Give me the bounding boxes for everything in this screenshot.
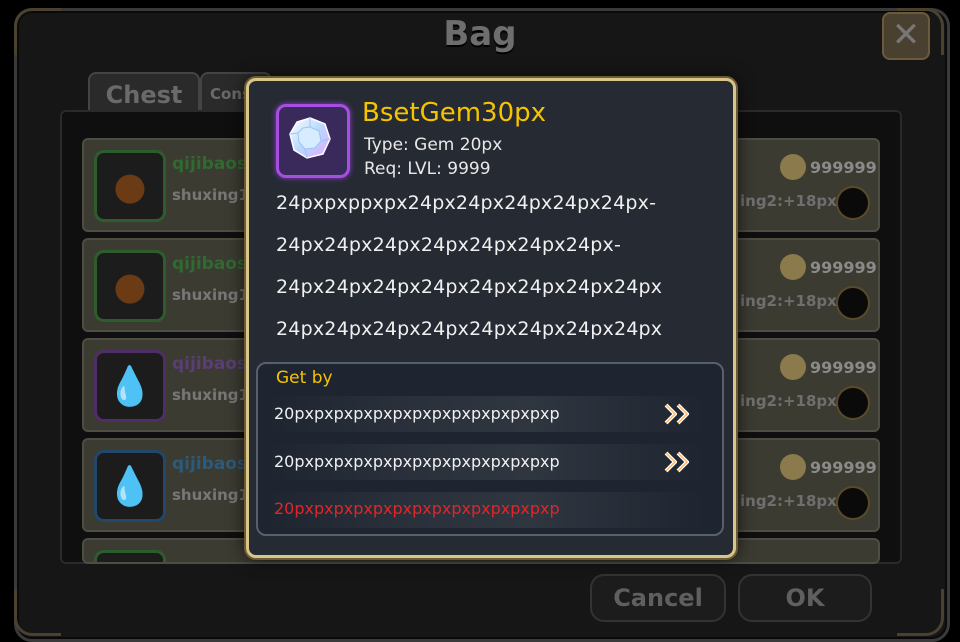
tooltip-description-line: 24px24px24px24px24px24px24px24px bbox=[276, 276, 663, 298]
item-attribute-2: ing2:+18px bbox=[740, 292, 837, 310]
socket-icon bbox=[836, 186, 870, 220]
frame-corner-ornament bbox=[897, 589, 944, 636]
item-slot: 💧 bbox=[94, 450, 166, 522]
socket-icon bbox=[836, 286, 870, 320]
item-attribute-2: ing2:+18px bbox=[740, 392, 837, 410]
tooltip-item-type: Type: Gem 20px bbox=[364, 135, 503, 155]
socket-icon bbox=[836, 386, 870, 420]
item-attribute: shuxing1: bbox=[172, 386, 255, 404]
item-price: 999999 bbox=[810, 258, 877, 277]
coin-icon bbox=[780, 254, 806, 280]
item-price: 999999 bbox=[810, 158, 877, 177]
water-drop-icon: 💧 bbox=[106, 364, 154, 408]
coin-icon bbox=[780, 454, 806, 480]
close-button[interactable]: ✕ bbox=[882, 12, 930, 60]
item-slot: 💧 bbox=[94, 350, 166, 422]
coin-icon bbox=[780, 354, 806, 380]
source-text: 20pxpxpxpxpxpxpxpxpxpxpxpxpxp bbox=[274, 452, 560, 471]
water-drop-icon: 💧 bbox=[106, 464, 154, 508]
item-slot: ● bbox=[94, 150, 166, 222]
item-attribute-2: ing2:+18px bbox=[740, 492, 837, 510]
gem-icon bbox=[289, 117, 331, 159]
close-icon: ✕ bbox=[891, 15, 921, 55]
cancel-button[interactable]: Cancel bbox=[590, 574, 726, 622]
item-attribute: shuxing1: bbox=[172, 186, 255, 204]
item-price: 999999 bbox=[810, 458, 877, 477]
double-arrow-icon[interactable] bbox=[662, 448, 698, 476]
item-slot bbox=[94, 550, 166, 562]
tooltip-description-line: 24px24px24px24px24px24px24px24px bbox=[276, 318, 663, 340]
item-attribute: shuxing1: bbox=[172, 286, 255, 304]
tab-chest[interactable]: Chest bbox=[88, 72, 200, 114]
tooltip-description-line: 24px24px24px24px24px24px24px- bbox=[276, 234, 622, 256]
pumpkin-icon: ● bbox=[113, 264, 147, 308]
coin-icon bbox=[780, 154, 806, 180]
pumpkin-icon: ● bbox=[113, 164, 147, 208]
tooltip-description-line: 24pxpxppxpx24px24px24px24px24px- bbox=[276, 192, 657, 214]
item-slot: ● bbox=[94, 250, 166, 322]
window-title: Bag bbox=[443, 14, 517, 54]
tooltip-item-name: BsetGem30px bbox=[362, 98, 547, 128]
source-text: 20pxpxpxpxpxpxpxpxpxpxpxpxpxp bbox=[274, 404, 560, 423]
item-attribute-2: ing2:+18px bbox=[740, 192, 837, 210]
tooltip-item-requirement: Req: LVL: 9999 bbox=[364, 159, 491, 179]
double-arrow-icon[interactable] bbox=[662, 400, 698, 428]
frame-corner-ornament bbox=[14, 589, 61, 636]
get-by-title: Get by bbox=[276, 368, 333, 388]
item-attribute: shuxing1: bbox=[172, 486, 255, 504]
ok-button[interactable]: OK bbox=[738, 574, 872, 622]
item-price: 999999 bbox=[810, 358, 877, 377]
source-text-unavailable: 20pxpxpxpxpxpxpxpxpxpxpxpxpxp bbox=[274, 499, 560, 518]
socket-icon bbox=[836, 486, 870, 520]
